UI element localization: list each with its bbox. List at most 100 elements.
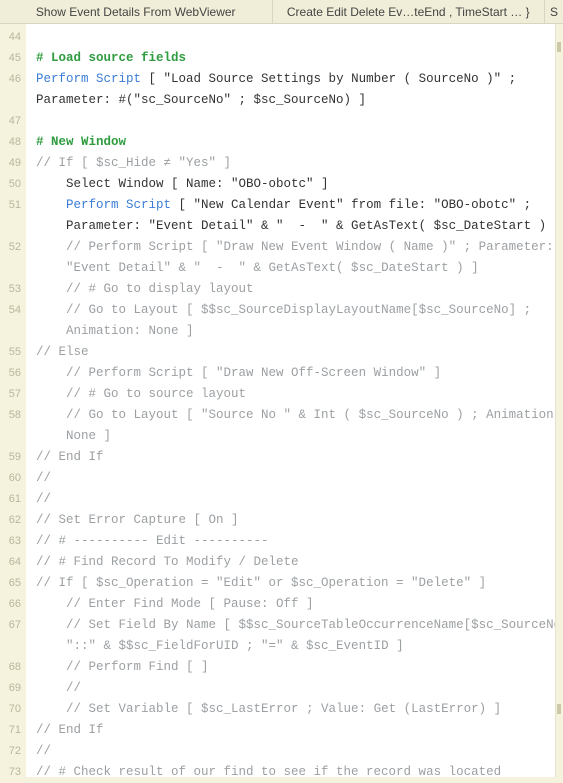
code-text: // Go to Layout [ "Source No " & Int ( $… bbox=[26, 405, 561, 426]
code-line[interactable]: 48# New Window bbox=[26, 132, 563, 153]
line-number: 64 bbox=[0, 552, 26, 573]
code-line[interactable]: 59// End If bbox=[26, 447, 563, 468]
code-text: // # Check result of our find to see if … bbox=[26, 762, 501, 783]
code-line[interactable]: "Event Detail" & " - " & GetAsText( $sc_… bbox=[26, 258, 563, 279]
code-text: "::" & $$sc_FieldForUID ; "=" & $sc_Even… bbox=[26, 636, 404, 657]
code-text: // bbox=[26, 678, 89, 699]
code-text: // # Find Record To Modify / Delete bbox=[26, 552, 299, 573]
code-line[interactable]: 51 Perform Script [ "New Calendar Event"… bbox=[26, 195, 563, 216]
code-lines[interactable]: 4445# Load source fields46Perform Script… bbox=[26, 24, 563, 777]
code-text: // Perform Script [ "Draw New Event Wind… bbox=[26, 237, 554, 258]
code-line[interactable]: Animation: None ] bbox=[26, 321, 563, 342]
tab-overflow[interactable]: S bbox=[545, 0, 563, 23]
line-number: 60 bbox=[0, 468, 26, 489]
line-number: 44 bbox=[0, 27, 26, 48]
code-line[interactable]: None ] bbox=[26, 426, 563, 447]
code-line[interactable]: 62// Set Error Capture [ On ] bbox=[26, 510, 563, 531]
line-number: 57 bbox=[0, 384, 26, 405]
code-text: # New Window bbox=[26, 132, 126, 153]
code-line[interactable]: 69 // bbox=[26, 678, 563, 699]
line-number: 46 bbox=[0, 69, 26, 90]
code-text: // bbox=[26, 489, 59, 510]
code-line[interactable]: "::" & $$sc_FieldForUID ; "=" & $sc_Even… bbox=[26, 636, 563, 657]
scroll-marker bbox=[557, 704, 561, 714]
code-line[interactable]: 63// # ---------- Edit ---------- bbox=[26, 531, 563, 552]
line-number: 50 bbox=[0, 174, 26, 195]
line-number: 51 bbox=[0, 195, 26, 216]
line-number: 56 bbox=[0, 363, 26, 384]
code-line[interactable]: 52 // Perform Script [ "Draw New Event W… bbox=[26, 237, 563, 258]
code-line[interactable]: 44 bbox=[26, 27, 563, 48]
code-text: Perform Script [ "New Calendar Event" fr… bbox=[26, 195, 531, 216]
code-line[interactable]: 55// Else bbox=[26, 342, 563, 363]
line-number: 62 bbox=[0, 510, 26, 531]
code-line[interactable]: 73// # Check result of our find to see i… bbox=[26, 762, 563, 783]
code-text: // Else bbox=[26, 342, 89, 363]
code-text: Animation: None ] bbox=[26, 321, 194, 342]
line-number: 70 bbox=[0, 699, 26, 720]
code-text: // # Go to display layout bbox=[26, 279, 254, 300]
line-number: 69 bbox=[0, 678, 26, 699]
tab-create-edit-delete[interactable]: Create Edit Delete Ev…teEnd , TimeStart … bbox=[273, 0, 546, 23]
code-line[interactable]: 56 // Perform Script [ "Draw New Off-Scr… bbox=[26, 363, 563, 384]
code-text: // bbox=[26, 468, 59, 489]
line-number: 68 bbox=[0, 657, 26, 678]
line-number: 63 bbox=[0, 531, 26, 552]
code-line[interactable]: 70 // Set Variable [ $sc_LastError ; Val… bbox=[26, 699, 563, 720]
code-text: // Set Variable [ $sc_LastError ; Value:… bbox=[26, 699, 501, 720]
line-number: 67 bbox=[0, 615, 26, 636]
code-text: // # ---------- Edit ---------- bbox=[26, 531, 269, 552]
code-text: Parameter: "Event Detail" & " - " & GetA… bbox=[26, 216, 561, 237]
code-line[interactable]: 60// bbox=[26, 468, 563, 489]
code-text: // # Go to source layout bbox=[26, 384, 246, 405]
line-number: 49 bbox=[0, 153, 26, 174]
code-text: "Event Detail" & " - " & GetAsText( $sc_… bbox=[26, 258, 479, 279]
line-number: 65 bbox=[0, 573, 26, 594]
code-line[interactable]: 64// # Find Record To Modify / Delete bbox=[26, 552, 563, 573]
line-number: 47 bbox=[0, 111, 26, 132]
line-number: 72 bbox=[0, 741, 26, 762]
code-line[interactable]: Parameter: #("sc_SourceNo" ; $sc_SourceN… bbox=[26, 90, 563, 111]
code-text: // Enter Find Mode [ Pause: Off ] bbox=[26, 594, 314, 615]
code-line[interactable]: 72// bbox=[26, 741, 563, 762]
scrollbar-vertical[interactable] bbox=[555, 24, 563, 777]
line-number: 48 bbox=[0, 132, 26, 153]
code-line[interactable]: 66 // Enter Find Mode [ Pause: Off ] bbox=[26, 594, 563, 615]
line-number: 45 bbox=[0, 48, 26, 69]
code-line[interactable]: 71// End If bbox=[26, 720, 563, 741]
code-line[interactable]: 65// If [ $sc_Operation = "Edit" or $sc_… bbox=[26, 573, 563, 594]
code-text: // Perform Script [ "Draw New Off-Screen… bbox=[26, 363, 441, 384]
code-line[interactable]: 54 // Go to Layout [ $$sc_SourceDisplayL… bbox=[26, 300, 563, 321]
code-line[interactable]: 47 bbox=[26, 111, 563, 132]
code-editor[interactable]: 4445# Load source fields46Perform Script… bbox=[0, 24, 563, 777]
code-text: // Set Field By Name [ $$sc_SourceTableO… bbox=[26, 615, 563, 636]
code-text: // End If bbox=[26, 720, 104, 741]
code-line[interactable]: 53 // # Go to display layout bbox=[26, 279, 563, 300]
code-text: // Set Error Capture [ On ] bbox=[26, 510, 239, 531]
code-line[interactable]: 50 Select Window [ Name: "OBO-obotc" ] bbox=[26, 174, 563, 195]
line-number: 54 bbox=[0, 300, 26, 321]
code-line[interactable]: 58 // Go to Layout [ "Source No " & Int … bbox=[26, 405, 563, 426]
code-text: // If [ $sc_Operation = "Edit" or $sc_Op… bbox=[26, 573, 486, 594]
line-number: 59 bbox=[0, 447, 26, 468]
code-text: Perform Script [ "Load Source Settings b… bbox=[26, 69, 516, 90]
code-text: None ] bbox=[26, 426, 111, 447]
code-line[interactable]: 45# Load source fields bbox=[26, 48, 563, 69]
code-line[interactable]: 68 // Perform Find [ ] bbox=[26, 657, 563, 678]
line-number: 58 bbox=[0, 405, 26, 426]
line-number: 66 bbox=[0, 594, 26, 615]
code-line[interactable]: 46Perform Script [ "Load Source Settings… bbox=[26, 69, 563, 90]
scroll-marker bbox=[557, 42, 561, 52]
code-line[interactable]: 57 // # Go to source layout bbox=[26, 384, 563, 405]
code-line[interactable]: 49// If [ $sc_Hide ≠ "Yes" ] bbox=[26, 153, 563, 174]
code-line[interactable]: Parameter: "Event Detail" & " - " & GetA… bbox=[26, 216, 563, 237]
code-text: Select Window [ Name: "OBO-obotc" ] bbox=[26, 174, 329, 195]
code-line[interactable]: 67 // Set Field By Name [ $$sc_SourceTab… bbox=[26, 615, 563, 636]
code-line[interactable]: 61// bbox=[26, 489, 563, 510]
code-text: // If [ $sc_Hide ≠ "Yes" ] bbox=[26, 153, 231, 174]
line-number: 55 bbox=[0, 342, 26, 363]
line-number: 61 bbox=[0, 489, 26, 510]
line-number: 73 bbox=[0, 762, 26, 783]
tab-show-event-details[interactable]: Show Event Details From WebViewer bbox=[0, 0, 273, 23]
line-number: 71 bbox=[0, 720, 26, 741]
